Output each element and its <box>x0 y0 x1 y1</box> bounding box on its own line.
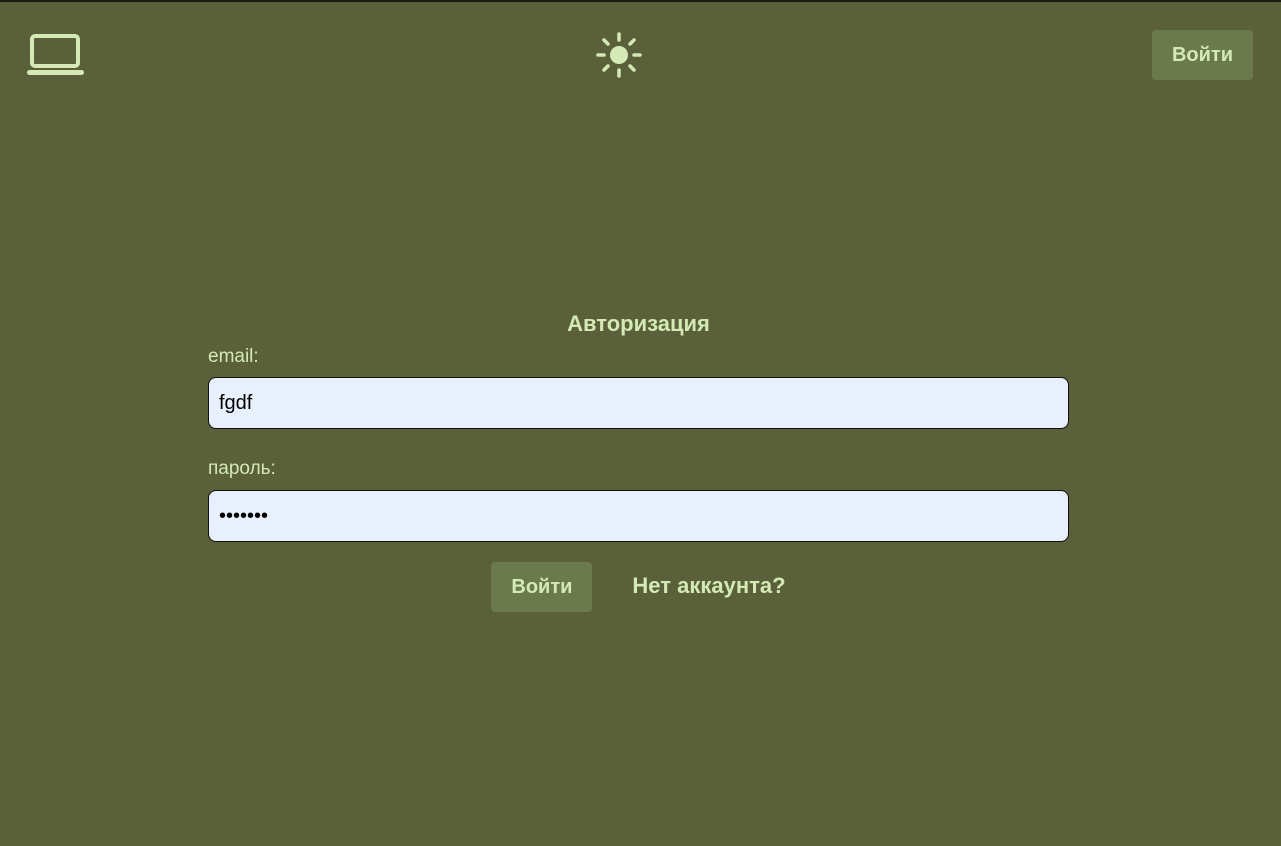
password-field[interactable] <box>208 490 1069 542</box>
form-actions: Войти Нет аккаунта? <box>208 562 1069 612</box>
sun-icon[interactable] <box>596 32 642 78</box>
header: Войти <box>0 0 1281 110</box>
login-form: Авторизация email: пароль: Войти Нет акк… <box>208 306 1069 612</box>
email-field[interactable] <box>208 377 1069 429</box>
password-label: пароль: <box>208 458 276 479</box>
email-label: email: <box>208 346 259 367</box>
header-login-button[interactable]: Войти <box>1152 30 1253 80</box>
submit-login-button[interactable]: Войти <box>491 562 593 612</box>
form-title: Авторизация <box>567 311 710 336</box>
register-link[interactable]: Нет аккаунта? <box>632 573 785 599</box>
laptop-icon[interactable] <box>26 33 86 79</box>
